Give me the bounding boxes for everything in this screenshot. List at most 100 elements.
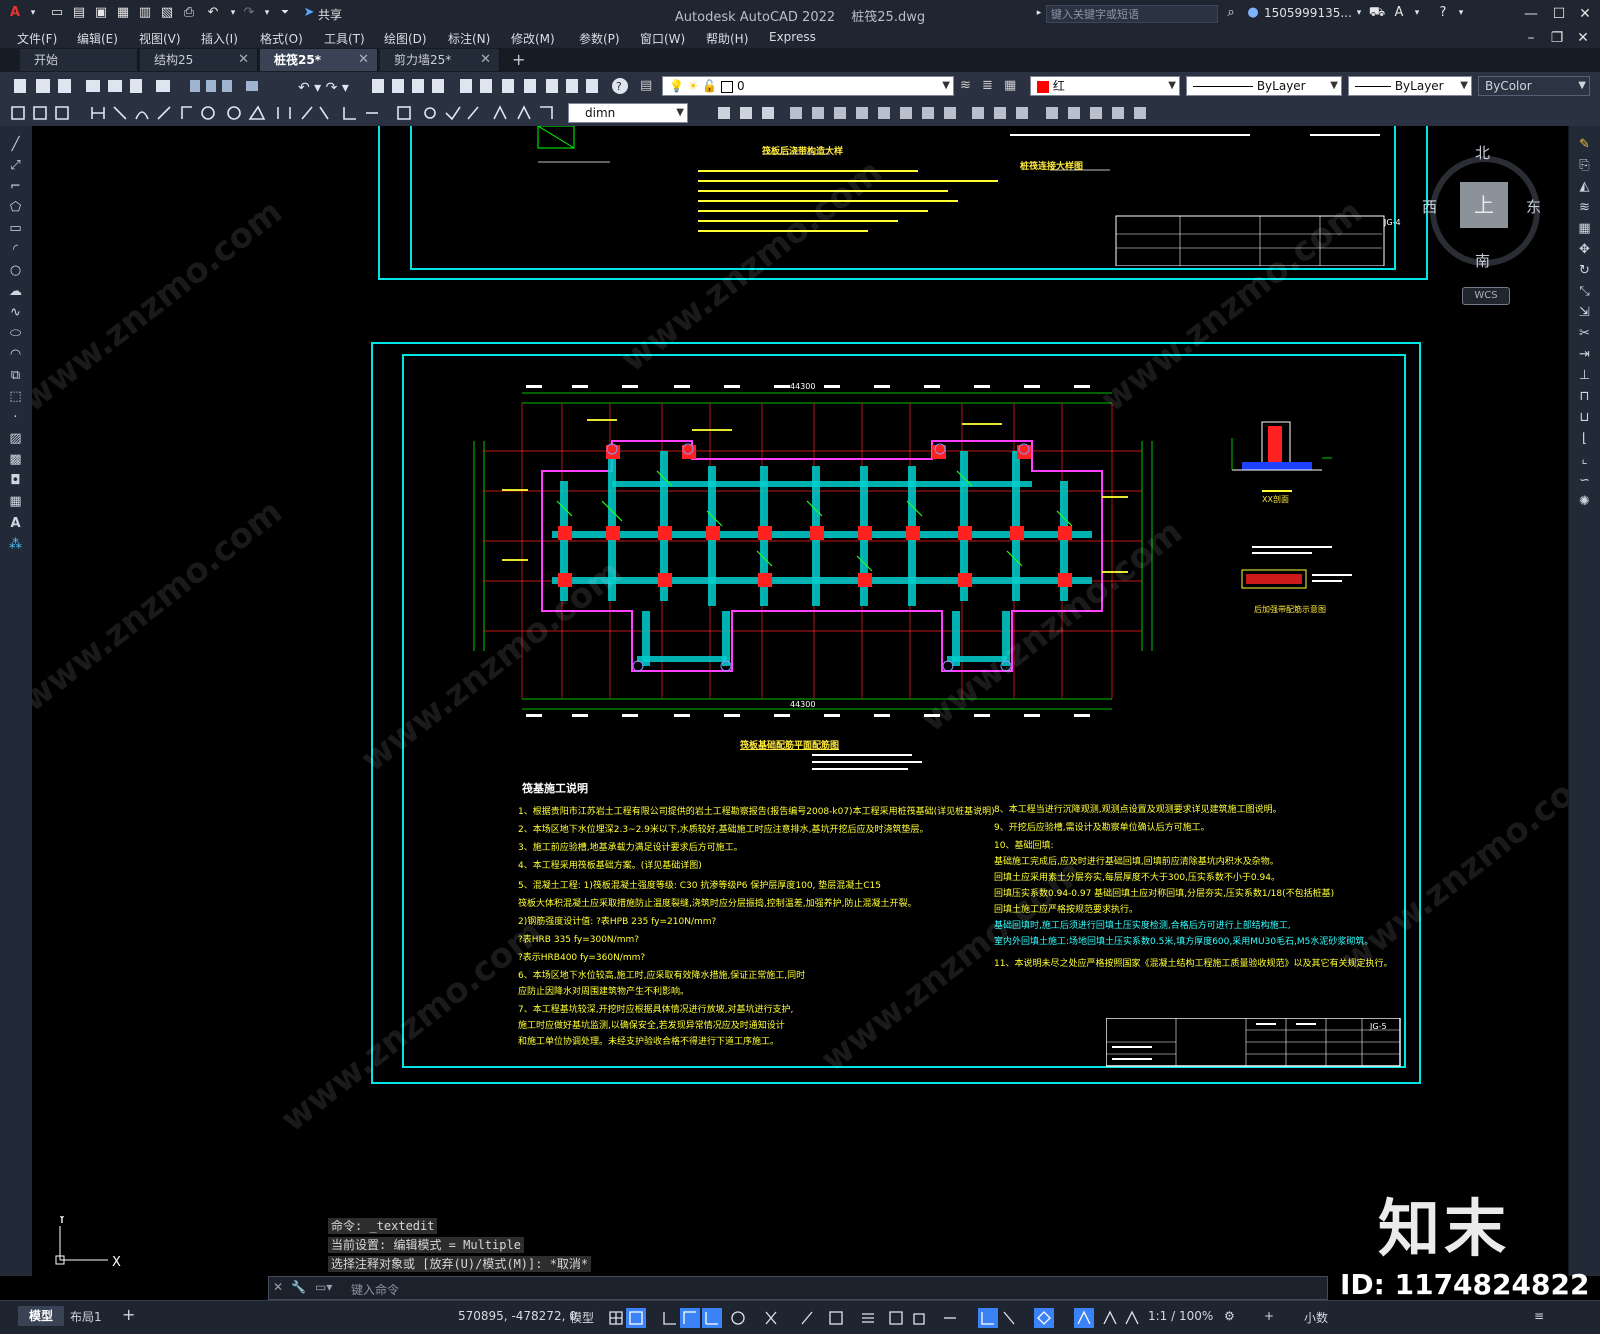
annotation-scale[interactable]: 1:1 / 100% (1148, 1309, 1213, 1323)
wcs-dropdown[interactable]: WCS (1462, 287, 1510, 305)
customize-quick-access-icon[interactable]: ⏷ (276, 5, 294, 21)
new-tab-plus-icon[interactable]: + (512, 50, 525, 69)
plot-icon[interactable]: ⎙ (180, 5, 198, 21)
units-setting[interactable]: 小数 (1304, 1309, 1328, 1326)
user-icon[interactable]: ● (1244, 5, 1262, 21)
tab-layout1[interactable]: 布局1 (70, 1308, 102, 1325)
trim-icon[interactable]: ✂ (1576, 325, 1593, 342)
color-dropdown[interactable]: 红 ▼ (1030, 76, 1180, 96)
plotstyle-dropdown[interactable]: ByColor ▼ (1478, 76, 1590, 96)
chamfer-icon[interactable]: ⌊ (1576, 430, 1593, 447)
menu-express[interactable]: Express (769, 30, 816, 44)
break-at-point-icon[interactable]: ⊥ (1576, 367, 1593, 384)
compass-north-label[interactable]: 北 (1475, 142, 1490, 163)
dimension-toolbar-icons[interactable] (0, 100, 568, 126)
line-tool-icon[interactable]: ╱ (7, 136, 24, 153)
save-as-icon[interactable]: ▦ (114, 5, 132, 21)
linetype-dropdown[interactable]: ByLayer ▼ (1186, 76, 1342, 96)
coordinate-readout[interactable]: 570895, -478272, 0 (458, 1309, 577, 1323)
help-icon[interactable]: ? (1434, 5, 1452, 21)
model-space-toggle[interactable]: 模型 (570, 1309, 594, 1326)
menu-edit[interactable]: 编辑(E) (77, 30, 118, 47)
layer-state-icon[interactable]: ▦ (1004, 78, 1020, 94)
arc-icon[interactable]: ◜ (7, 241, 24, 258)
open-web-icon[interactable]: ▥ (136, 5, 154, 21)
spline-icon[interactable]: ∿ (7, 304, 24, 321)
viewcube-top-face[interactable]: 上 (1460, 182, 1508, 228)
tab-start[interactable]: 开始 (20, 49, 138, 71)
autodesk-app-icon[interactable]: A (1390, 5, 1408, 21)
rotate-icon[interactable]: ↻ (1576, 262, 1593, 279)
region-icon[interactable]: ◘ (7, 472, 24, 489)
menu-file[interactable]: 文件(F) (17, 30, 57, 47)
help-chevron-icon[interactable]: ▾ (1452, 5, 1470, 21)
blend-curves-icon[interactable]: ∽ (1576, 472, 1593, 489)
menu-help[interactable]: 帮助(H) (706, 30, 748, 47)
tab-shear-wall25[interactable]: 剪力墙25* ✕ (380, 49, 500, 71)
add-selected-icon[interactable]: ⁂ (7, 536, 24, 553)
ellipse-icon[interactable]: ⬭ (7, 325, 24, 342)
app-menu-chevron-icon[interactable]: ▾ (24, 5, 42, 21)
menu-draw[interactable]: 绘图(D) (384, 30, 427, 47)
new-file-icon[interactable]: ▭ (48, 5, 66, 21)
undo-icon[interactable]: ↶ (204, 5, 222, 21)
user-menu-chevron-icon[interactable]: ▾ (1350, 5, 1368, 21)
doc-restore-icon[interactable]: ❐ (1546, 28, 1568, 48)
gradient-icon[interactable]: ▩ (7, 451, 24, 468)
tab-model[interactable]: 模型 (18, 1306, 64, 1326)
insert-block-icon[interactable]: ⧉ (7, 367, 24, 384)
customization-menu-icon[interactable]: ≡ (1534, 1309, 1544, 1323)
maximize-icon[interactable]: ☐ (1548, 4, 1570, 24)
array-icon[interactable]: ▦ (1576, 220, 1593, 237)
search-input[interactable]: 键入关键字或短语 (1046, 5, 1218, 23)
revision-cloud-icon[interactable]: ☁ (7, 283, 24, 300)
polygon-icon[interactable]: ⬠ (7, 199, 24, 216)
menu-format[interactable]: 格式(O) (260, 30, 303, 47)
circle-icon[interactable]: ○ (7, 262, 24, 279)
erase-icon[interactable]: ✎ (1576, 136, 1593, 153)
hatch-icon[interactable]: ▨ (7, 430, 24, 447)
menu-modify[interactable]: 修改(M) (511, 30, 555, 47)
construction-line-icon[interactable]: ⤢ (7, 157, 24, 174)
save-icon[interactable]: ▣ (92, 5, 110, 21)
table-icon[interactable]: ▦ (7, 493, 24, 510)
offset-icon[interactable]: ≋ (1576, 199, 1593, 216)
break-icon[interactable]: ⊓ (1576, 388, 1593, 405)
ellipse-arc-icon[interactable]: ◠ (7, 346, 24, 363)
command-close-icon[interactable]: ✕ (273, 1280, 283, 1294)
app-store-chevron-icon[interactable]: ▾ (1408, 5, 1426, 21)
tab-close-icon[interactable]: ✕ (480, 49, 491, 71)
standard-toolbar-icons[interactable]: ↶ ▾ ↷ ▾ ? (0, 73, 660, 100)
open-folder-icon[interactable]: ▤ (70, 5, 88, 21)
layer-properties-icon[interactable]: ▤ (640, 78, 656, 94)
menu-tools[interactable]: 工具(T) (324, 30, 365, 47)
workspace-gear-icon[interactable]: ⚙ (1224, 1309, 1235, 1323)
redo-dropdown-chevron-icon[interactable]: ▾ (258, 5, 276, 21)
user-name[interactable]: 1505999135... (1264, 6, 1352, 20)
layer-dropdown[interactable]: 💡 ☀ 🔓 0 ▼ (662, 76, 954, 96)
move-icon[interactable]: ✥ (1576, 241, 1593, 258)
lineweight-dropdown[interactable]: ByLayer ▼ (1348, 76, 1472, 96)
layer-previous-icon[interactable]: ≣ (982, 78, 998, 94)
modify-toolbar-icons[interactable] (690, 100, 1190, 126)
tab-close-icon[interactable]: ✕ (358, 49, 369, 71)
menu-dimension[interactable]: 标注(N) (448, 30, 490, 47)
menu-parametric[interactable]: 参数(P) (579, 30, 620, 47)
save-web-icon[interactable]: ▧ (158, 5, 176, 21)
mirror-icon[interactable]: ◭ (1576, 178, 1593, 195)
multiline-text-icon[interactable]: A (7, 515, 24, 532)
stretch-icon[interactable]: ⇲ (1576, 304, 1593, 321)
doc-close-icon[interactable]: ✕ (1572, 28, 1594, 48)
share-icon[interactable]: ➤ (300, 5, 318, 21)
make-current-layer-icon[interactable]: ≋ (960, 78, 976, 94)
menu-insert[interactable]: 插入(I) (201, 30, 238, 47)
command-input[interactable]: 键入命令 (351, 1281, 1311, 1297)
point-icon[interactable]: · (7, 409, 24, 426)
tab-structure25[interactable]: 结构25 ✕ (140, 49, 258, 71)
rectangle-icon[interactable]: ▭ (7, 220, 24, 237)
recent-commands-icon[interactable]: ▭▾ (315, 1280, 332, 1294)
minimize-icon[interactable]: — (1520, 4, 1542, 24)
compass-south-label[interactable]: 南 (1475, 250, 1490, 271)
extend-icon[interactable]: ⇥ (1576, 346, 1593, 363)
share-button[interactable]: 共享 (318, 6, 342, 23)
